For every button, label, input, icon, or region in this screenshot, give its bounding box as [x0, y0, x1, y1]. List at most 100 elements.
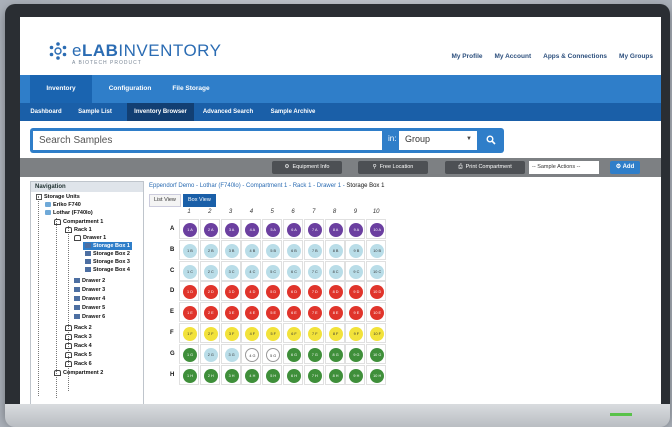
sample-tube[interactable]: 7 F	[307, 327, 322, 341]
box-cell[interactable]: 9 E	[345, 302, 366, 323]
sample-tube[interactable]: 9 A	[349, 223, 364, 237]
box-cell[interactable]: 1 F	[179, 323, 199, 343]
tree-item-rack[interactable]: Rack 6	[65, 360, 92, 368]
sample-tube[interactable]: 6 D	[287, 285, 301, 300]
sample-tube[interactable]: 3 A	[224, 223, 239, 237]
sample-tube[interactable]: 5 E	[266, 306, 281, 321]
box-cell[interactable]: 6 C	[283, 260, 303, 281]
box-cell[interactable]: 10 A	[366, 219, 387, 239]
box-cell[interactable]: 7 G	[303, 343, 324, 364]
my-profile-link[interactable]: My Profile	[451, 53, 482, 60]
sample-tube[interactable]: 9 E	[349, 306, 364, 321]
box-cell[interactable]: 8 C	[324, 260, 345, 281]
sample-tube[interactable]: 10 B	[370, 243, 385, 258]
box-cell[interactable]: 4 H	[241, 364, 262, 385]
sample-tube[interactable]: 2 E	[203, 306, 218, 321]
box-cell[interactable]: 2 G	[199, 343, 220, 364]
box-cell[interactable]: 4 F	[241, 323, 262, 343]
box-cell[interactable]: 10 E	[366, 302, 387, 323]
box-cell[interactable]: 3 C	[220, 260, 241, 281]
sample-tube[interactable]: 4 E	[245, 306, 260, 321]
tab-file-storage[interactable]: File Storage	[166, 75, 216, 103]
box-cell[interactable]: 4 A	[241, 219, 262, 239]
sample-tube[interactable]: 1 F	[183, 327, 197, 341]
sample-tube[interactable]: 3 E	[224, 306, 239, 321]
box-cell[interactable]: 1 A	[179, 219, 199, 239]
tree-item-rack[interactable]: Rack 4	[65, 342, 92, 350]
sample-tube[interactable]: 8 H	[328, 368, 343, 383]
box-cell[interactable]: 6 G	[283, 343, 303, 364]
sample-tube[interactable]: 2 C	[203, 264, 218, 279]
box-cell[interactable]: 4 E	[241, 302, 262, 323]
sample-tube[interactable]: 2 G	[203, 347, 218, 362]
sample-tube[interactable]: 9 B	[349, 243, 364, 258]
tree-item-freezer[interactable]: Eriko F740	[45, 201, 81, 209]
box-cell[interactable]: 7 A	[303, 219, 324, 239]
sample-tube[interactable]: 7 H	[307, 368, 322, 383]
box-cell[interactable]: 2 F	[199, 323, 220, 343]
tree-item-drawer[interactable]: Drawer 3	[74, 286, 105, 294]
box-cell[interactable]: 6 D	[283, 281, 303, 302]
sample-tube[interactable]: 5 B	[266, 243, 281, 258]
box-cell[interactable]: 8 F	[324, 323, 345, 343]
box-cell[interactable]: 10 H	[366, 364, 387, 385]
tree-item-rack[interactable]: Rack 1	[65, 226, 92, 234]
breadcrumb-path[interactable]: Eppendorf Demo - Lothar (F740lo) - Compa…	[149, 183, 346, 189]
sample-tube[interactable]: 4 A	[245, 223, 260, 237]
sample-tube[interactable]: 1 H	[183, 368, 197, 383]
sample-tube[interactable]: 4 H	[245, 368, 260, 383]
sample-tube[interactable]: 1 G	[183, 347, 197, 362]
sample-tube[interactable]: 5 F	[266, 327, 281, 341]
sample-tube[interactable]: 3 B	[224, 243, 239, 258]
sample-tube[interactable]: 2 H	[203, 368, 218, 383]
subtab-dashboard[interactable]: Dashboard	[28, 103, 64, 121]
sample-tube[interactable]: 10 H	[370, 368, 385, 383]
tree-item-storage-box[interactable]: Storage Box 2	[85, 250, 130, 258]
sample-tube[interactable]: 8 F	[328, 327, 343, 341]
sample-tube[interactable]: 3 C	[224, 264, 239, 279]
tree-item-drawer[interactable]: Drawer 2	[74, 277, 105, 285]
box-cell[interactable]: 2 E	[199, 302, 220, 323]
box-cell[interactable]: 10 G	[366, 343, 387, 364]
sample-tube[interactable]: 1 E	[183, 306, 197, 321]
sample-tube[interactable]: 9 C	[349, 264, 364, 279]
sample-tube[interactable]: 7 C	[307, 264, 322, 279]
sample-tube[interactable]: 6 F	[287, 327, 301, 341]
search-input[interactable]: Search Samples	[33, 131, 382, 150]
subtab-advanced-search[interactable]: Advanced Search	[196, 103, 260, 121]
box-cell[interactable]: 9 H	[345, 364, 366, 385]
box-cell[interactable]: 6 E	[283, 302, 303, 323]
search-button[interactable]	[480, 131, 501, 150]
box-cell[interactable]: 7 H	[303, 364, 324, 385]
box-cell[interactable]: 9 B	[345, 239, 366, 260]
sample-tube[interactable]: 10 C	[370, 264, 385, 279]
search-scope-select[interactable]: Group ▼	[399, 131, 477, 150]
tree-item-storage-box[interactable]: Storage Box 4	[85, 266, 130, 274]
sample-tube[interactable]: 10 D	[370, 285, 385, 300]
sample-tube[interactable]: 4 G	[245, 347, 260, 362]
sample-tube[interactable]: 4 C	[245, 264, 260, 279]
box-cell[interactable]: 3 A	[220, 219, 241, 239]
sample-tube[interactable]: 6 C	[287, 264, 301, 279]
box-cell[interactable]: 5 A	[262, 219, 283, 239]
sample-tube[interactable]: 5 H	[266, 368, 281, 383]
box-cell[interactable]: 4 B	[241, 239, 262, 260]
box-cell[interactable]: 8 A	[324, 219, 345, 239]
box-cell[interactable]: 6 H	[283, 364, 303, 385]
sample-tube[interactable]: 6 E	[287, 306, 301, 321]
box-cell[interactable]: 1 E	[179, 302, 199, 323]
box-cell[interactable]: 7 D	[303, 281, 324, 302]
sample-tube[interactable]: 1 A	[183, 223, 197, 237]
tree-item-rack[interactable]: Rack 5	[65, 351, 92, 359]
box-cell[interactable]: 4 G	[241, 343, 262, 364]
sample-tube[interactable]: 5 C	[266, 264, 281, 279]
sample-tube[interactable]: 3 F	[224, 327, 239, 341]
sample-tube[interactable]: 1 D	[183, 285, 197, 300]
my-account-link[interactable]: My Account	[495, 53, 532, 60]
tree-item-storage-units[interactable]: Storage Units	[36, 193, 80, 201]
box-cell[interactable]: 7 B	[303, 239, 324, 260]
logo[interactable]: eLABINVENTORY	[48, 41, 222, 61]
sample-tube[interactable]: 2 F	[203, 327, 218, 341]
sample-tube[interactable]: 4 F	[245, 327, 260, 341]
tab-box-view[interactable]: Box View	[183, 194, 216, 207]
